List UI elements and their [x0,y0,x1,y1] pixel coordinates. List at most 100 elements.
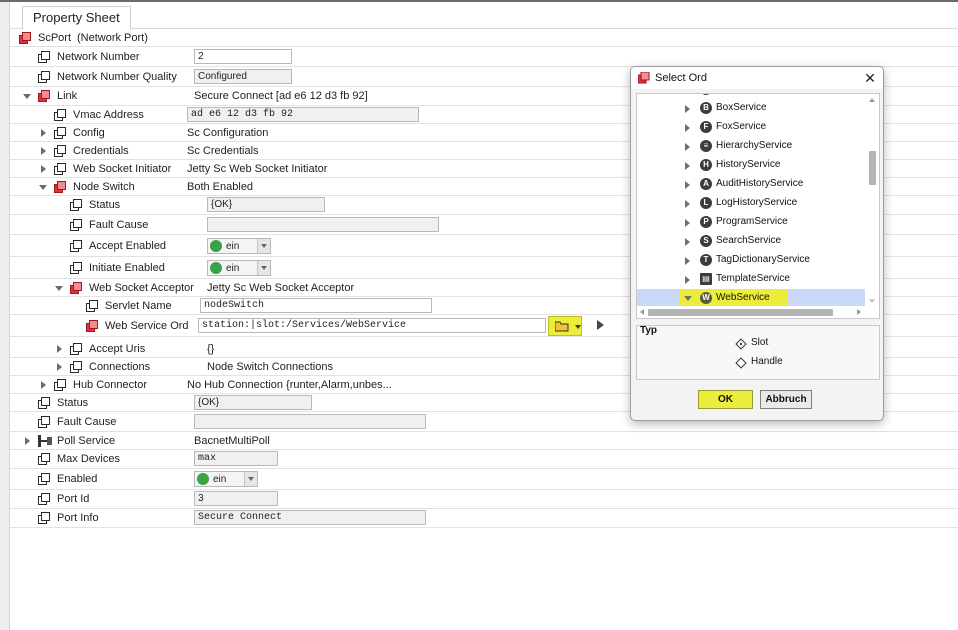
expand-icon[interactable] [685,200,690,208]
prop-row-port-id[interactable]: Port Id 3 [10,490,958,509]
prop-row-network-number[interactable]: Network Number 2 [10,47,958,67]
scroll-left-icon[interactable] [640,309,644,315]
tree-item-history-service[interactable]: H HistoryService [637,156,865,175]
expand-icon[interactable] [685,238,690,246]
expand-icon[interactable] [685,276,690,284]
expand-icon[interactable] [685,105,690,113]
prop-label: Connections [89,361,151,373]
scrollbar-thumb[interactable] [869,151,876,185]
property-icon [38,473,51,485]
chevron-down-icon[interactable] [244,472,257,486]
vmac-field[interactable]: ad e6 12 d3 fb 92 [187,107,419,122]
expand-icon[interactable] [41,381,46,389]
prop-label: Status [57,397,89,409]
prop-row-enabled[interactable]: Enabled ein [10,469,958,490]
prop-label: Max Devices [57,453,120,465]
tree-item-label: LogHistoryService [716,197,798,208]
tree-item-label: FoxService [716,121,767,132]
chevron-down-icon[interactable] [257,239,270,253]
tree-item-box-service[interactable]: B BoxService [637,99,865,118]
prop-label: Vmac Address [73,109,144,121]
expand-icon[interactable] [23,94,31,99]
scroll-down-icon[interactable] [869,299,875,303]
web-service-ord-field[interactable]: station:|slot:/Services/WebService [198,318,546,333]
chevron-down-icon[interactable] [257,261,270,275]
accept-enabled-select[interactable]: ein [207,238,271,254]
expand-icon[interactable] [685,143,690,151]
prop-label: Credentials [73,145,129,157]
expand-icon[interactable] [57,363,62,371]
tree-item-label: BoxService [716,102,767,113]
property-icon [54,127,67,139]
prop-label: Web Socket Acceptor [89,282,194,294]
root-row[interactable]: ScPort (Network Port) [10,29,958,47]
scrollbar-thumb[interactable] [648,309,833,316]
prop-row-port-info[interactable]: Port Info Secure Connect [10,509,958,528]
tree-horizontal-scrollbar[interactable] [637,306,867,318]
expand-icon[interactable] [685,219,690,227]
tree-item-program-service[interactable]: P ProgramService [637,213,865,232]
expand-icon[interactable] [41,129,46,137]
select-value: ein [226,263,240,274]
component-icon [38,90,51,102]
close-icon[interactable]: ✕ [857,67,883,89]
poll-service-icon [38,435,52,447]
scroll-right-icon[interactable] [857,309,861,315]
tree-item-search-service[interactable]: S SearchService [637,232,865,251]
tree-item-hierarchy-service[interactable]: ≡ HierarchyService [637,137,865,156]
property-icon [38,493,51,505]
ok-button[interactable]: OK [698,390,753,409]
expand-icon[interactable] [41,147,46,155]
tree-item-audit-history-service[interactable]: A AuditHistoryService [637,175,865,194]
select-ord-dialog: Select Ord ✕ B BoxService F FoxService ≡… [630,66,884,421]
expand-icon[interactable] [685,181,690,189]
max-devices-field[interactable]: max [194,451,278,466]
root-type: (Network Port) [77,32,148,44]
property-icon [54,379,67,391]
tree-item-tag-dictionary-service[interactable]: T TagDictionaryService [637,251,865,270]
tab-property-sheet[interactable]: Property Sheet [22,6,131,30]
expand-icon[interactable] [684,296,692,301]
prop-label: Node Switch [73,181,135,193]
tab-strip: Property Sheet [10,2,958,30]
expand-icon[interactable] [685,257,690,265]
expand-icon[interactable] [685,162,690,170]
property-icon [70,361,83,373]
tree-item-label: TemplateService [716,273,790,284]
dialog-titlebar[interactable]: Select Ord ✕ [631,67,883,89]
port-id-field: 3 [194,491,278,506]
radio-handle[interactable]: Handle [735,356,826,370]
poll-service-value: BacnetMultiPoll [194,435,270,447]
prop-row-poll-service[interactable]: Poll Service BacnetMultiPoll [10,432,958,450]
property-icon [54,163,67,175]
ord-tree: B BoxService F FoxService ≡ HierarchySer… [636,93,880,319]
expand-icon[interactable] [55,286,63,291]
expand-icon[interactable] [57,345,62,353]
tree-vertical-scrollbar[interactable] [865,94,879,306]
property-icon [38,51,51,63]
prop-row-max-devices[interactable]: Max Devices max [10,450,958,469]
enabled-select[interactable]: ein [194,471,258,487]
initiate-enabled-select[interactable]: ein [207,260,271,276]
tree-item-template-service[interactable]: ▤ TemplateService [637,270,865,289]
property-icon [38,512,51,524]
network-number-field[interactable]: 2 [194,49,292,64]
expand-icon[interactable] [39,185,47,190]
tree-item-log-history-service[interactable]: L LogHistoryService [637,194,865,213]
expand-icon[interactable] [41,165,46,173]
expand-icon[interactable] [685,124,690,132]
chevron-down-icon[interactable] [575,325,581,329]
tree-item-fox-service[interactable]: F FoxService [637,118,865,137]
status-dot-icon [197,473,209,485]
scroll-up-icon[interactable] [869,98,875,102]
expand-icon[interactable] [25,437,30,445]
history-icon: H [700,159,712,171]
prop-label: Network Number [57,51,140,63]
radio-slot[interactable]: Slot [735,337,826,351]
cancel-button[interactable]: Abbruch [760,390,812,409]
link-value: Secure Connect [ad e6 12 d3 fb 92] [194,90,368,102]
play-arrow-icon[interactable] [597,320,604,330]
servlet-name-field[interactable]: nodeSwitch [200,298,432,313]
ord-chooser-button[interactable] [548,316,582,336]
config-value: Sc Configuration [187,127,269,139]
